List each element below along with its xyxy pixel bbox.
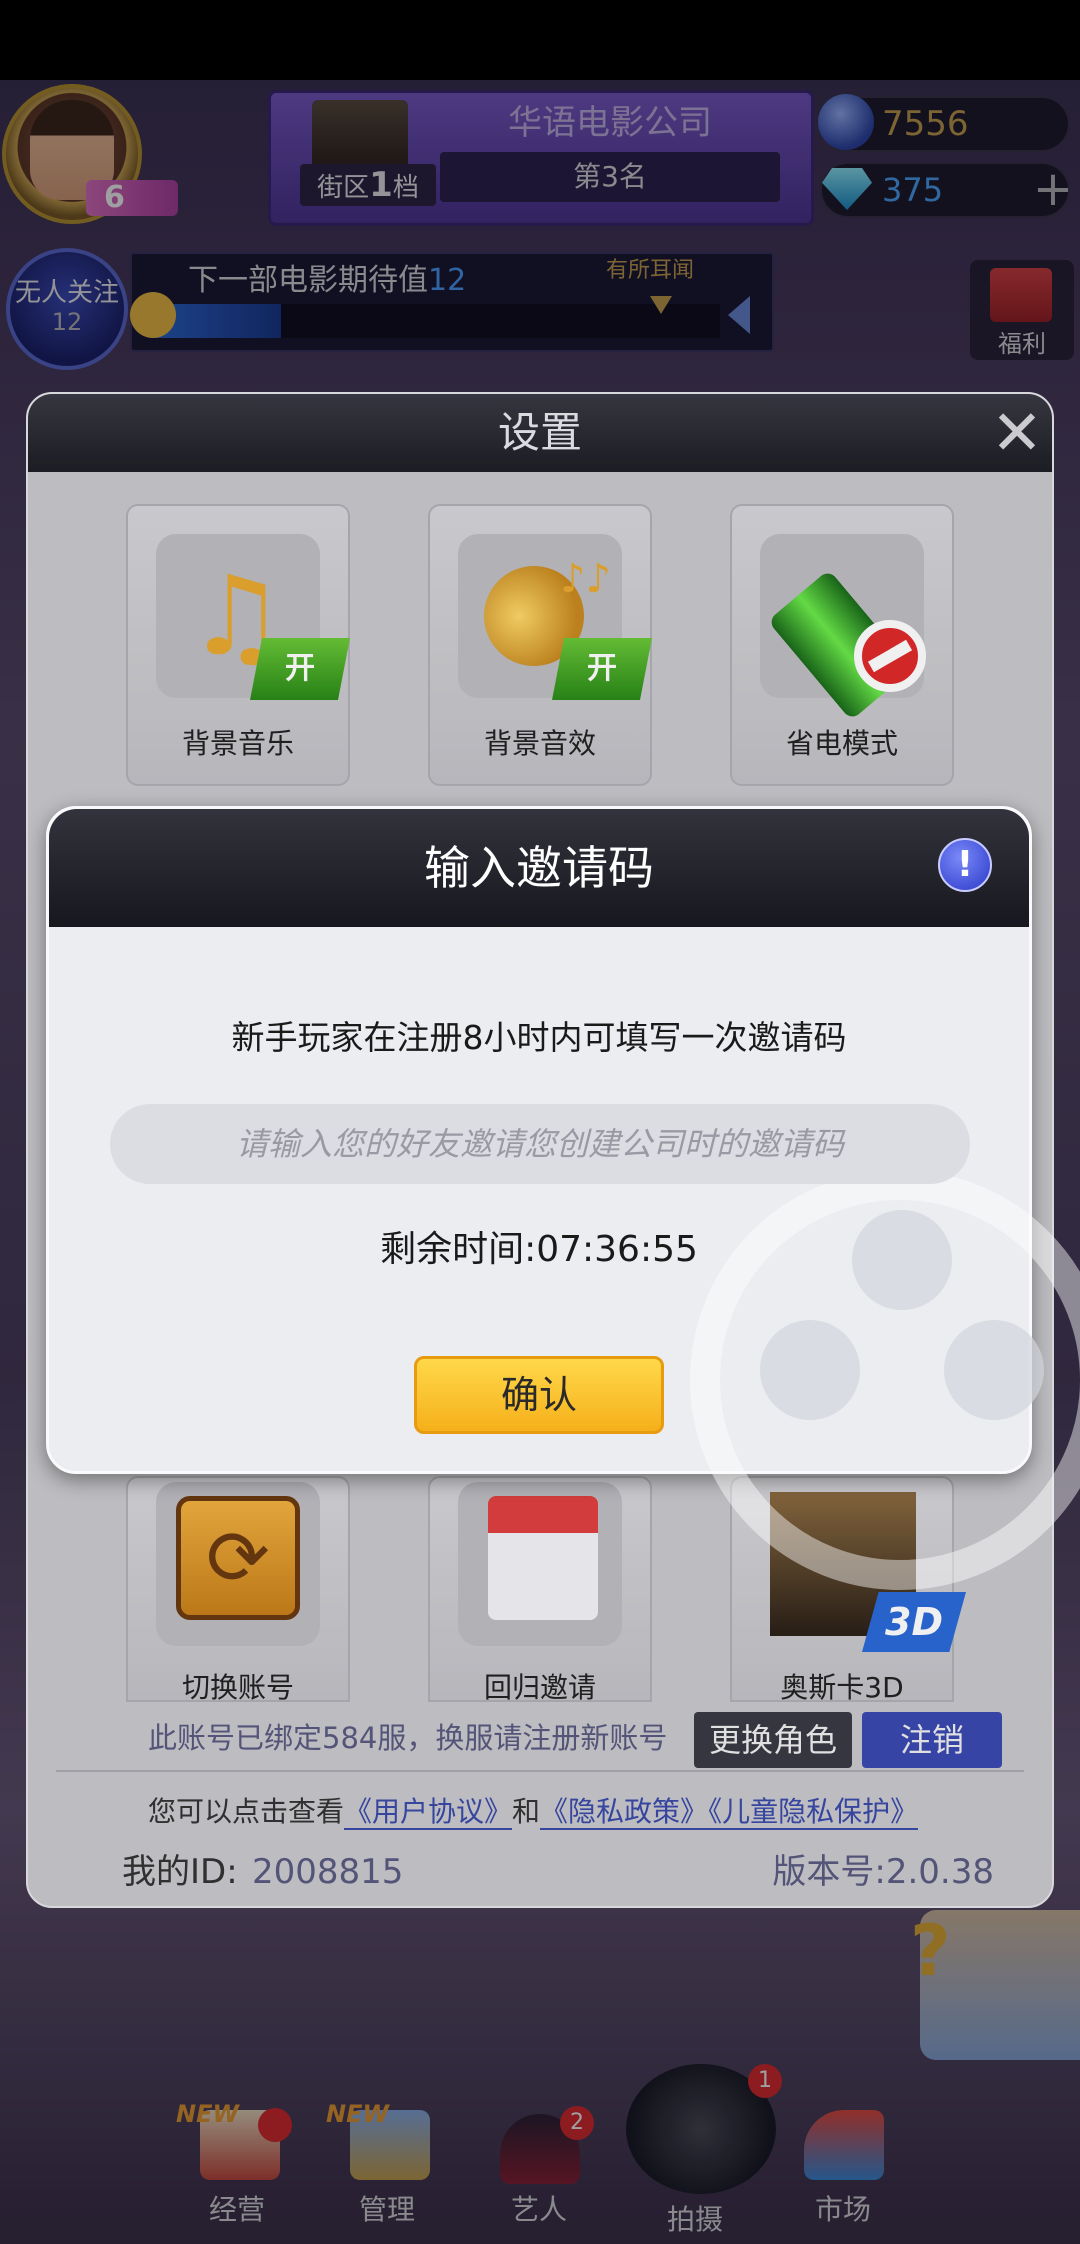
info-icon[interactable]: ! (938, 838, 992, 892)
invite-code-input[interactable] (110, 1104, 970, 1184)
film-reel-hole (944, 1320, 1044, 1420)
film-reel-hole (760, 1320, 860, 1420)
invite-dialog-title: 输入邀请码 (424, 841, 654, 895)
remaining-time: 剩余时间:07:36:55 (380, 1229, 698, 1270)
status-bar (0, 0, 1080, 80)
invite-description: 新手玩家在注册8小时内可填写一次邀请码 (231, 1018, 847, 1057)
confirm-button[interactable]: 确认 (414, 1356, 664, 1434)
